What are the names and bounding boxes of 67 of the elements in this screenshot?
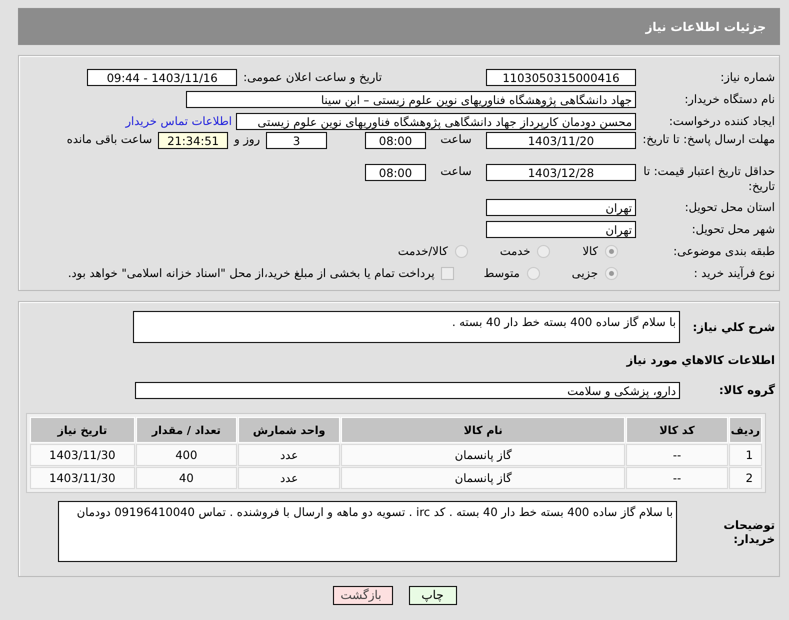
table-cell: 1403/11/30 <box>30 467 135 489</box>
table-cell: عدد <box>238 467 340 489</box>
checkbox[interactable] <box>440 266 454 280</box>
time-label: ساعت <box>439 132 473 146</box>
radio-label: کالا/خدمت <box>398 244 448 258</box>
goods-group-field[interactable]: دارو، پزشکی و سلامت <box>135 382 680 398</box>
time-field[interactable]: 08:00 <box>365 132 426 149</box>
province-field[interactable]: تهران <box>486 198 636 216</box>
table-cell: 2 <box>728 467 762 489</box>
table-cell: 1 <box>728 444 762 466</box>
table-cell: گاز پانسمان <box>341 467 626 489</box>
table-cell: -- <box>626 467 728 489</box>
time-label: ساعت <box>439 164 473 178</box>
requester-field[interactable]: محسن دودمان کارپرداز جهاد دانشگاهی پژوهشگاه فناوریهای نوین علوم زیستی <box>236 112 636 130</box>
field-label: ایجاد کننده درخواست: <box>668 114 775 128</box>
column-header: ردیف <box>728 417 762 443</box>
column-header: تعداد / مقدار <box>136 417 237 443</box>
radio-button[interactable] <box>605 244 618 258</box>
print-button[interactable]: چاپ <box>408 586 456 605</box>
radio-button[interactable] <box>537 244 550 258</box>
field-label: شماره نیاز: <box>719 70 775 84</box>
back-button[interactable]: بازگشت <box>332 586 392 605</box>
radio-button[interactable] <box>605 266 618 280</box>
radio-button[interactable] <box>526 266 540 280</box>
summary-field[interactable]: با سلام گاز ساده 400 بسته خط دار 40 بسته . <box>133 311 680 343</box>
time-field[interactable]: 08:00 <box>365 164 426 181</box>
days-label: روز و <box>234 132 260 146</box>
table-cell: -- <box>626 444 728 466</box>
radio-label: خدمت <box>500 244 530 258</box>
page-title: جزئیات اطلاعات نیاز <box>645 20 766 34</box>
summary-label: شرح کلي نياز: <box>692 320 775 334</box>
table-cell: 400 <box>136 444 237 466</box>
table-cell: 1403/11/30 <box>30 444 135 466</box>
field-label: حداقل تاریخ اعتبار قیمت: تا تاریخ: <box>642 164 775 194</box>
radio-label: جزیی <box>572 266 598 280</box>
column-header: واحد شمارش <box>238 417 340 443</box>
column-header: کد کالا <box>626 417 728 443</box>
column-header: تاریخ نیاز <box>30 417 135 443</box>
field-label: نام دستگاه خریدار: <box>683 92 775 106</box>
remaining-time-field[interactable]: 21:34:51 <box>158 132 228 149</box>
group-label: گروه کالا: <box>718 383 775 397</box>
payment-note: پرداخت تمام یا بخشی از مبلغ خرید،از محل "اسناد خزانه اسلامی" خواهد بود. <box>68 266 435 280</box>
date-field[interactable]: 1403/11/20 <box>486 132 636 149</box>
notes-field[interactable]: با سلام گاز ساده 400 بسته خط دار 40 بسته . کد irc . تسویه دو ماهه و ارسال با فروشنده . تماس 09196410040 دودمان <box>58 501 677 562</box>
remaining-label: ساعت باقی مانده <box>66 132 152 146</box>
section-title: اطلاعات کالاهاي مورد نياز <box>625 352 775 369</box>
field-label: شهر محل تحویل: <box>690 222 775 236</box>
buyer-org-field[interactable]: جهاد دانشگاهی پژوهشگاه فناوریهای نوین علوم زیستی – ابن سینا <box>186 90 636 108</box>
field-label: نوع فرآیند خرید : <box>692 266 775 280</box>
field-label: مهلت ارسال پاسخ: تا تاریخ: <box>641 132 775 147</box>
date-field[interactable]: 1403/12/28 <box>486 164 636 181</box>
radio-label: متوسط <box>484 266 520 280</box>
field-label: طبقه بندی موضوعی: <box>672 244 775 258</box>
column-header: نام کالا <box>341 417 626 443</box>
radio-label: کالا <box>582 244 598 258</box>
field-label: استان محل تحویل: <box>684 200 775 214</box>
table-cell: 40 <box>136 467 237 489</box>
days-field[interactable]: 3 <box>266 132 327 149</box>
field-label: تاریخ و ساعت اعلان عمومی: <box>243 70 382 84</box>
table-cell: عدد <box>238 444 340 466</box>
radio-button[interactable] <box>454 244 468 258</box>
table-cell: گاز پانسمان <box>341 444 626 466</box>
announce-date-field[interactable]: 1403/11/16 - 09:44 <box>87 68 238 86</box>
need-number-field[interactable]: 1103050315000416 <box>486 68 636 86</box>
buyer-contact-link[interactable]: اطلاعات تماس خریدار <box>125 114 232 128</box>
notes-label: توضیحات خریدار: <box>722 518 775 546</box>
city-field[interactable]: تهران <box>486 220 636 238</box>
